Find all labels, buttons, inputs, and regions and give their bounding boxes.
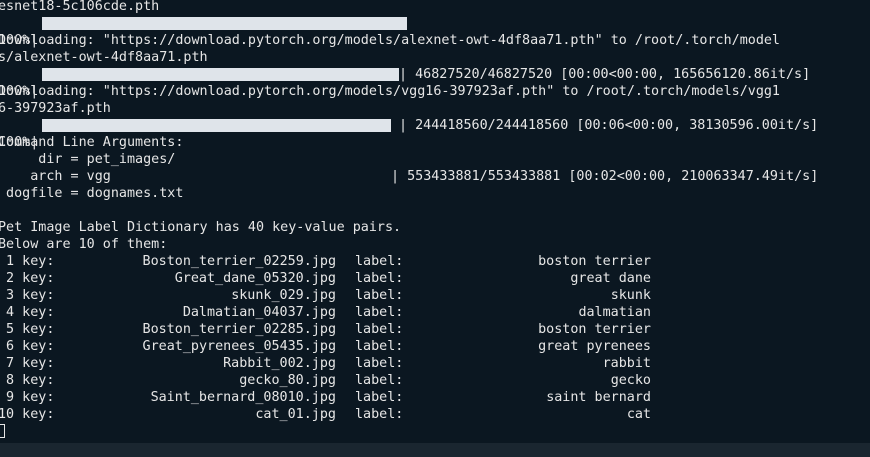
row-filename: Great_pyrenees_05435.jpg xyxy=(142,339,336,354)
progress-line: 100%| | 553433881/553433881 [00:02<00:00… xyxy=(0,117,868,184)
row-key-label: 8 key: xyxy=(0,373,55,388)
row-key-label: 3 key: xyxy=(0,288,55,303)
output-line: esnet18-5c106cde.pth xyxy=(0,0,160,14)
progress-line: 100%| | 244418560/244418560 [00:06<00:00… xyxy=(0,66,868,133)
row-filename: Dalmatian_04037.jpg xyxy=(182,305,336,320)
row-label-tag: label: xyxy=(355,254,404,269)
row-key-label: 1 key: xyxy=(0,254,55,269)
row-label-value: dalmatian xyxy=(578,305,651,320)
row-label-tag: label: xyxy=(355,271,404,286)
row-filename: Boston_terrier_02259.jpg xyxy=(142,254,336,269)
row-label-value: boston terrier xyxy=(538,322,651,337)
row-label-tag: label: xyxy=(355,356,404,371)
row-label-tag: label: xyxy=(355,390,404,405)
terminal-cursor xyxy=(0,424,5,438)
row-label-tag: label: xyxy=(355,407,404,422)
row-label-value: rabbit xyxy=(602,356,651,371)
row-filename: Boston_terrier_02285.jpg xyxy=(142,322,336,337)
row-filename: Saint_bernard_08010.jpg xyxy=(150,390,336,405)
status-bar xyxy=(0,443,870,457)
row-filename: gecko_80.jpg xyxy=(239,373,336,388)
row-label-tag: label: xyxy=(355,373,404,388)
table-row: 4 key: Dalmatian_04037.jpg label: dalmatian xyxy=(0,304,868,321)
row-key-label: 10 key: xyxy=(0,407,55,422)
row-key-label: 9 key: xyxy=(0,390,55,405)
table-row: 5 key: Boston_terrier_02285.jpg label: bost… xyxy=(0,321,868,338)
progress-bar xyxy=(42,17,407,30)
progress-stats: | 553433881/553433881 [00:02<00:00, 2100… xyxy=(391,169,819,184)
row-key-label: 5 key: xyxy=(0,322,55,337)
row-key-label: 2 key: xyxy=(0,271,55,286)
table-row: 1 key: Boston_terrier_02259.jpg label: bost… xyxy=(0,253,868,270)
progress-bar xyxy=(42,68,399,81)
table-row: 8 key: gecko_80.jpg label: gecko xyxy=(0,372,868,389)
output-line: dogfile = dognames.txt xyxy=(0,186,184,201)
row-filename: skunk_029.jpg xyxy=(231,288,336,303)
output-line: Pet Image Label Dictionary has 40 key-va… xyxy=(0,220,402,235)
row-key-label: 6 key: xyxy=(0,339,55,354)
row-label-value: great dane xyxy=(570,271,651,286)
row-label-value: great pyrenees xyxy=(538,339,651,354)
row-label-tag: label: xyxy=(355,288,404,303)
table-row: 6 key: Great_pyrenees_05435.jpg label: grea… xyxy=(0,338,868,355)
progress-bar xyxy=(42,119,391,132)
table-row: 3 key: skunk_029.jpg label: skunk xyxy=(0,287,868,304)
row-label-tag: label: xyxy=(355,322,404,337)
row-label-value: gecko xyxy=(610,373,651,388)
table-row: 7 key: Rabbit_002.jpg label: rabbit xyxy=(0,355,868,372)
progress-line: 100%| | 46827520/46827520 [00:00<00:00, … xyxy=(0,15,868,82)
output-line: Downloading: "https://download.pytorch.o… xyxy=(0,33,780,48)
row-label-value: saint bernard xyxy=(546,390,651,405)
table-row: 2 key: Great_dane_05320.jpg label: great da… xyxy=(0,270,868,287)
row-label-tag: label: xyxy=(355,305,404,320)
table-row: 10 key: cat_01.jpg label: cat xyxy=(0,406,868,423)
row-filename: cat_01.jpg xyxy=(255,407,336,422)
row-key-label: 7 key: xyxy=(0,356,55,371)
output-line: arch = vgg xyxy=(0,169,111,184)
output-line: Below are 10 of them: xyxy=(0,237,168,252)
output-line: dir = pet_images/ xyxy=(0,152,176,167)
output-line: s/alexnet-owt-4df8aa71.pth xyxy=(0,50,208,65)
terminal-output[interactable]: esnet18-5c106cde.pth 100%| | 46827520/46… xyxy=(0,0,870,443)
row-filename: Rabbit_002.jpg xyxy=(223,356,336,371)
row-key-label: 4 key: xyxy=(0,305,55,320)
row-label-value: boston terrier xyxy=(538,254,651,269)
row-label-tag: label: xyxy=(355,339,404,354)
row-label-value: cat xyxy=(626,407,651,422)
table-row: 9 key: Saint_bernard_08010.jpg label: saint… xyxy=(0,389,868,406)
output-line: Downloading: "https://download.pytorch.o… xyxy=(0,84,780,99)
row-label-value: skunk xyxy=(610,288,651,303)
output-line: 6-397923af.pth xyxy=(0,101,111,116)
output-line: Command Line Arguments: xyxy=(0,135,184,150)
row-filename: Great_dane_05320.jpg xyxy=(174,271,336,286)
